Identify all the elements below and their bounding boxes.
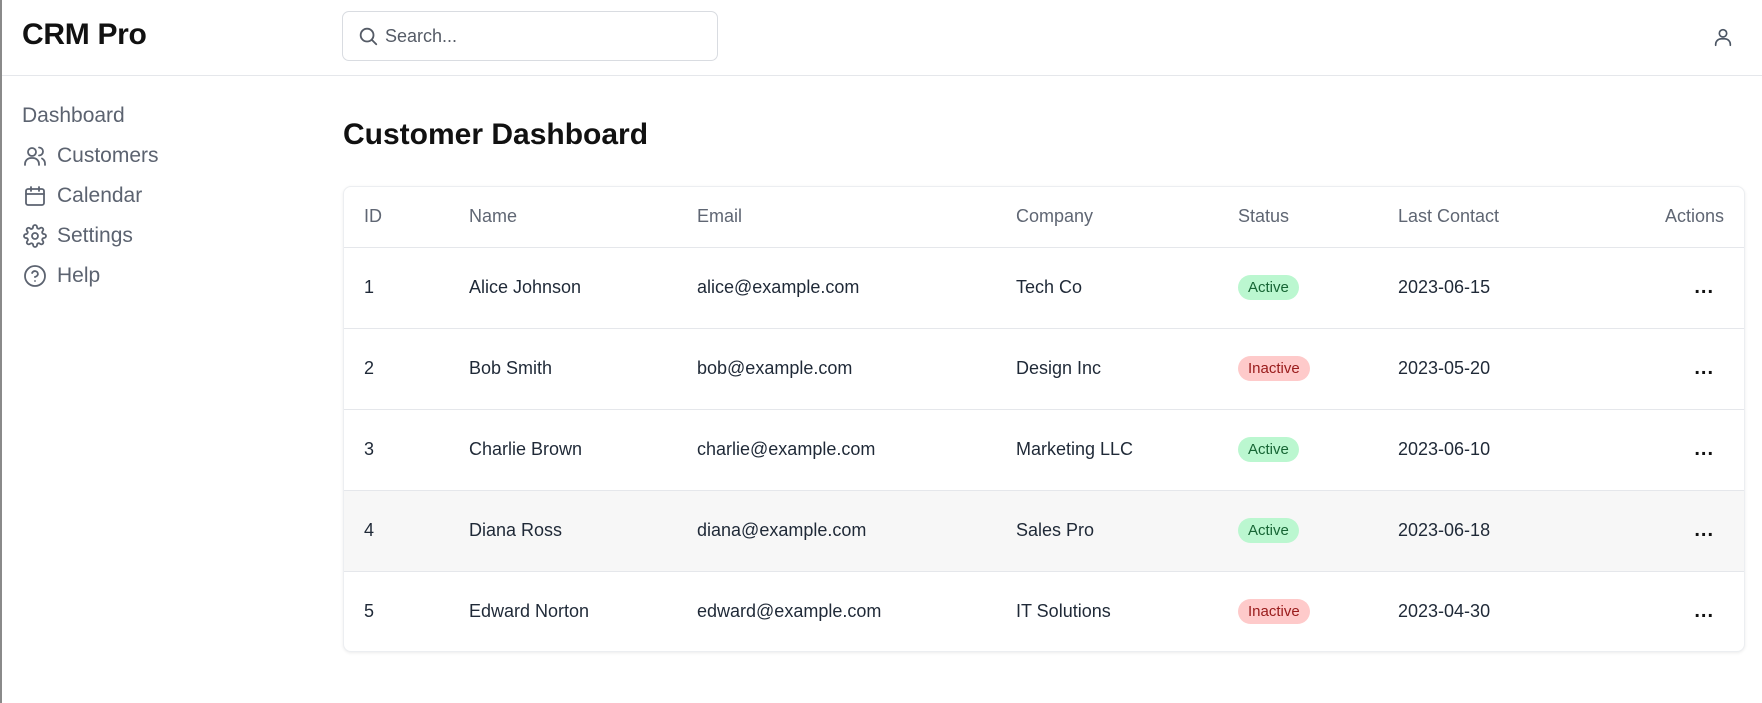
cell-name: Bob Smith — [469, 328, 697, 410]
cell-actions: ... — [1588, 409, 1744, 491]
cell-last-contact: 2023-06-10 — [1398, 409, 1588, 491]
customers-table-card: ID Name Email Company Status Last Contac… — [343, 186, 1745, 652]
more-actions-icon[interactable]: ... — [1694, 358, 1714, 378]
cell-status: Active — [1238, 490, 1398, 572]
search-box[interactable] — [342, 11, 718, 61]
status-badge: Inactive — [1238, 599, 1310, 625]
column-header-name[interactable]: Name — [469, 187, 697, 248]
cell-last-contact: 2023-05-20 — [1398, 328, 1588, 410]
sidebar-item-label: Calendar — [57, 184, 143, 207]
page-title: Customer Dashboard — [343, 118, 649, 151]
cell-status: Inactive — [1238, 571, 1398, 651]
cell-actions: ... — [1588, 490, 1744, 572]
cell-company: IT Solutions — [1016, 601, 1111, 622]
table-row[interactable]: 1 Alice Johnson alice@example.com Tech C… — [344, 247, 1744, 329]
cell-last-contact: 2023-04-30 — [1398, 601, 1491, 622]
top-header: CRM Pro — [2, 0, 1762, 76]
calendar-icon — [22, 183, 48, 209]
app-logo-title[interactable]: CRM Pro — [22, 18, 147, 52]
cell-actions: ... — [1588, 571, 1744, 651]
user-profile-button[interactable] — [1708, 22, 1738, 52]
cell-name: Charlie Brown — [469, 409, 697, 491]
cell-id: 3 — [344, 409, 469, 491]
column-header-email[interactable]: Email — [697, 187, 1016, 248]
cell-company: Tech Co — [1016, 247, 1238, 329]
sidebar-item-label: Help — [57, 264, 101, 287]
more-actions-icon[interactable]: ... — [1694, 520, 1714, 540]
cell-id: 5 — [364, 601, 375, 622]
cell-company: Marketing LLC — [1016, 409, 1238, 491]
cell-id: 2 — [344, 328, 469, 410]
user-icon — [1714, 28, 1732, 47]
app-window: CRM Pro Dashboard — [0, 0, 1762, 703]
cell-company: Design Inc — [1016, 328, 1238, 410]
table-row[interactable]: 3 Charlie Brown charlie@example.com Mark… — [344, 409, 1744, 491]
status-badge: Inactive — [1238, 356, 1310, 381]
cell-company: Sales Pro — [1016, 490, 1238, 572]
cell-last-contact: 2023-06-18 — [1398, 490, 1588, 572]
help-circle-icon — [22, 263, 48, 289]
cell-status: Active — [1238, 247, 1398, 329]
cell-name: Alice Johnson — [469, 247, 697, 329]
cell-email: diana@example.com — [697, 490, 1016, 572]
sidebar-nav: Dashboard Customers Calendar Settings He… — [22, 96, 302, 296]
column-header-id[interactable]: ID — [344, 187, 469, 248]
sidebar-item-label: Settings — [57, 224, 133, 247]
more-actions-icon[interactable]: ... — [1694, 277, 1714, 297]
gear-icon — [22, 223, 48, 249]
status-badge: Active — [1238, 437, 1299, 462]
table-row[interactable]: 2 Bob Smith bob@example.com Design Inc I… — [344, 328, 1744, 410]
cell-email: edward@example.com — [697, 601, 882, 622]
cell-last-contact: 2023-06-15 — [1398, 247, 1588, 329]
cell-actions: ... — [1588, 328, 1744, 410]
table-header-row: ID Name Email Company Status Last Contac… — [344, 187, 1744, 248]
cell-id: 4 — [344, 490, 469, 572]
cell-id: 1 — [344, 247, 469, 329]
cell-name: Diana Ross — [469, 490, 697, 572]
sidebar-item-label: Customers — [57, 144, 159, 167]
more-actions-icon[interactable]: ... — [1694, 601, 1714, 621]
sidebar-item-label: Dashboard — [22, 104, 125, 127]
cell-name: Edward Norton — [469, 601, 590, 622]
customers-table: ID Name Email Company Status Last Contac… — [344, 187, 1744, 651]
table-row-hovered[interactable]: 4 Diana Ross diana@example.com Sales Pro… — [344, 490, 1744, 572]
cell-actions: ... — [1588, 247, 1744, 329]
more-actions-icon[interactable]: ... — [1694, 439, 1714, 459]
cell-email: alice@example.com — [697, 247, 1016, 329]
column-header-company[interactable]: Company — [1016, 187, 1238, 248]
table-row[interactable]: 5 Edward Norton edward@example.com IT So… — [344, 571, 1744, 651]
sidebar-item-help[interactable]: Help — [22, 256, 302, 296]
cell-email: bob@example.com — [697, 328, 1016, 410]
column-header-status[interactable]: Status — [1238, 187, 1398, 248]
search-icon — [359, 27, 378, 46]
cell-status: Inactive — [1238, 328, 1398, 410]
cell-status: Active — [1238, 409, 1398, 491]
column-header-actions: Actions — [1588, 187, 1744, 248]
cell-email: charlie@example.com — [697, 409, 1016, 491]
status-badge: Active — [1238, 518, 1299, 543]
users-icon — [22, 143, 48, 169]
column-header-last-contact[interactable]: Last Contact — [1398, 187, 1588, 248]
sidebar-item-settings[interactable]: Settings — [22, 216, 302, 256]
status-badge: Active — [1238, 275, 1299, 300]
sidebar-item-customers[interactable]: Customers — [22, 136, 302, 176]
sidebar-item-calendar[interactable]: Calendar — [22, 176, 302, 216]
search-input[interactable] — [385, 12, 705, 60]
sidebar-item-dashboard[interactable]: Dashboard — [22, 96, 302, 136]
